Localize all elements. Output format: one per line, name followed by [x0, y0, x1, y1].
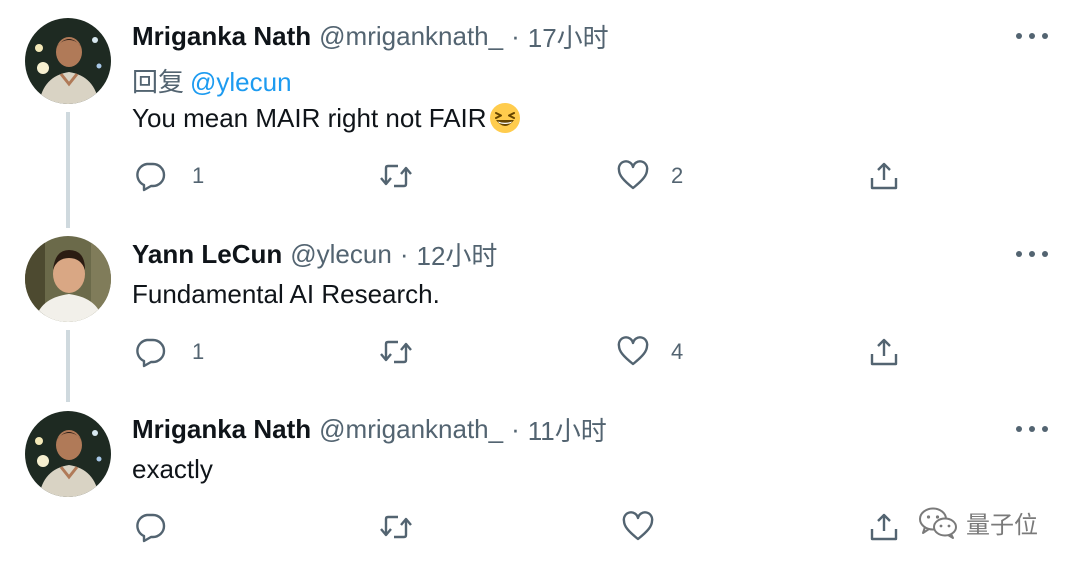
wechat-icon: [919, 507, 957, 539]
more-dot: [1016, 251, 1022, 257]
tweet-text: exactly: [132, 451, 213, 487]
share-button[interactable]: [868, 336, 900, 368]
reply-label: 回复: [132, 67, 185, 97]
tweet-header: Yann LeCun @ylecun · 12小时: [132, 236, 497, 272]
tweet-text-content: Fundamental AI Research.: [132, 278, 440, 309]
timestamp[interactable]: 11小时: [528, 411, 607, 448]
author-name[interactable]: Yann LeCun: [132, 239, 282, 270]
like-count: 2: [671, 163, 684, 188]
avatar[interactable]: [25, 411, 111, 497]
like-button[interactable]: 4: [617, 336, 683, 368]
more-dot: [1042, 426, 1048, 432]
share-button[interactable]: [868, 511, 900, 543]
more-dot: [1042, 251, 1048, 257]
more-options-button[interactable]: [1012, 242, 1052, 266]
more-dot: [1029, 33, 1035, 39]
grinning-squinting-face-emoji: [489, 102, 521, 134]
tweet-text-content: You mean MAIR right not FAIR: [132, 102, 487, 133]
reply-icon: [136, 338, 166, 368]
share-icon: [870, 162, 898, 190]
thread-line: [66, 330, 70, 402]
replying-to: 回复 @ylecun: [132, 62, 292, 99]
reply-button[interactable]: 1: [134, 160, 204, 192]
tweet-header: Mriganka Nath @mriganknath_ · 17小时: [132, 18, 609, 54]
reply-button[interactable]: 1: [134, 336, 204, 368]
author-name[interactable]: Mriganka Nath: [132, 21, 311, 52]
mention-link[interactable]: @ylecun: [190, 67, 292, 97]
retweet-button[interactable]: [378, 160, 440, 192]
reply-icon: [136, 162, 166, 192]
retweet-icon: [380, 164, 412, 188]
more-dot: [1029, 426, 1035, 432]
heart-icon: [622, 511, 654, 541]
heart-icon: [617, 160, 649, 190]
more-dot: [1029, 251, 1035, 257]
reply-icon: [136, 513, 166, 543]
more-dot: [1042, 33, 1048, 39]
retweet-icon: [380, 515, 412, 539]
watermark: 量子位: [918, 505, 1038, 540]
avatar[interactable]: [25, 236, 111, 322]
avatar[interactable]: [25, 18, 111, 104]
reply-count: 1: [192, 163, 205, 188]
retweet-button[interactable]: [378, 336, 440, 368]
author-name[interactable]: Mriganka Nath: [132, 414, 311, 445]
reply-count: 1: [192, 339, 205, 364]
thread-line: [66, 112, 70, 228]
like-button[interactable]: [622, 511, 680, 543]
reply-button[interactable]: [134, 511, 192, 543]
timestamp[interactable]: 17小时: [528, 18, 609, 55]
tweet-thread: Mriganka Nath @mriganknath_ · 17小时 回复 @yl…: [0, 0, 1080, 572]
timestamp[interactable]: 12小时: [416, 236, 497, 273]
separator-dot: ·: [511, 20, 520, 51]
more-dot: [1016, 33, 1022, 39]
more-options-button[interactable]: [1012, 417, 1052, 441]
tweet-text: Fundamental AI Research.: [132, 276, 440, 312]
like-button[interactable]: 2: [617, 160, 683, 192]
author-handle[interactable]: @ylecun: [290, 239, 392, 270]
tweet-header: Mriganka Nath @mriganknath_ · 11小时: [132, 411, 607, 447]
tweet-text: You mean MAIR right not FAIR: [132, 100, 521, 136]
heart-icon: [617, 336, 649, 366]
author-handle[interactable]: @mriganknath_: [319, 414, 503, 445]
separator-dot: ·: [511, 413, 520, 444]
share-icon: [870, 513, 898, 541]
separator-dot: ·: [399, 238, 409, 269]
author-handle[interactable]: @mriganknath_: [319, 21, 503, 52]
tweet-text-content: exactly: [132, 453, 213, 484]
more-dot: [1016, 426, 1022, 432]
retweet-button[interactable]: [378, 511, 440, 543]
more-options-button[interactable]: [1012, 24, 1052, 48]
like-count: 4: [671, 339, 684, 364]
share-button[interactable]: [868, 160, 900, 192]
watermark-text: 量子位: [966, 511, 1038, 539]
share-icon: [870, 338, 898, 366]
retweet-icon: [380, 340, 412, 364]
